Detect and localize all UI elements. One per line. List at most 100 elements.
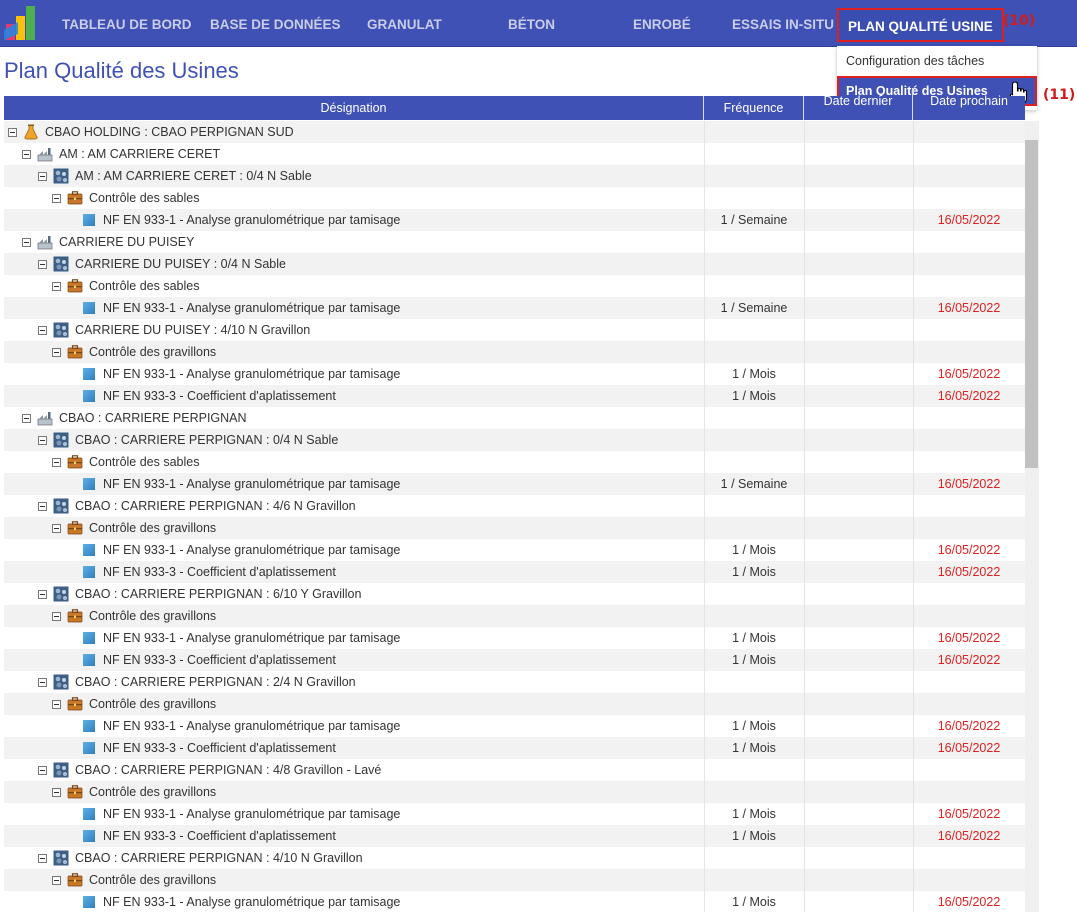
collapse-toggle-icon[interactable] <box>52 457 61 467</box>
vertical-scrollbar-thumb[interactable] <box>1025 140 1038 468</box>
cell-date-prochain: 16/05/2022 <box>937 807 1001 821</box>
collapse-toggle-icon[interactable] <box>52 611 61 621</box>
collapse-toggle-icon[interactable] <box>52 523 61 533</box>
tree-row[interactable]: CBAO : CARRIERE PERPIGNAN : 0/4 N Sable <box>4 429 1025 451</box>
cell-designation: CARRIERE DU PUISEY : 0/4 N Sable <box>38 253 286 275</box>
collapse-toggle-icon[interactable] <box>38 677 47 687</box>
collapse-toggle-icon[interactable] <box>52 875 61 885</box>
nav-enrobe[interactable]: ENROBÉ <box>633 0 691 47</box>
cell-designation: CBAO : CARRIERE PERPIGNAN : 6/10 Y Gravi… <box>38 583 361 605</box>
cell-designation: NF EN 933-1 - Analyse granulométrique pa… <box>83 473 400 495</box>
menu-item-configuration-taches[interactable]: Configuration des tâches <box>837 46 1037 76</box>
tree-row[interactable]: CBAO : CARRIERE PERPIGNAN : 4/10 N Gravi… <box>4 847 1025 869</box>
tree-row[interactable]: NF EN 933-1 - Analyse granulométrique pa… <box>4 627 1025 649</box>
row-label: CBAO : CARRIERE PERPIGNAN : 4/8 Gravillo… <box>75 763 382 777</box>
nav-base-de-donnees[interactable]: BASE DE DONNÉES <box>210 0 341 47</box>
tree-row[interactable]: NF EN 933-1 - Analyse granulométrique pa… <box>4 891 1025 912</box>
tree-row[interactable]: NF EN 933-3 - Coefficient d'aplatissemen… <box>4 825 1025 847</box>
nav-essais-in-situ[interactable]: ESSAIS IN-SITU <box>732 0 834 47</box>
tree-row[interactable]: CBAO HOLDING : CBAO PERPIGNAN SUD <box>4 121 1025 143</box>
collapse-toggle-icon[interactable] <box>8 127 17 137</box>
tree-row[interactable]: Contrôle des gravillons <box>4 605 1025 627</box>
product-icon <box>53 498 69 514</box>
tree-row[interactable]: CBAO : CARRIERE PERPIGNAN : 6/10 Y Gravi… <box>4 583 1025 605</box>
tree-row[interactable]: NF EN 933-1 - Analyse granulométrique pa… <box>4 209 1025 231</box>
tree-row[interactable]: Contrôle des sables <box>4 187 1025 209</box>
collapse-toggle-icon[interactable] <box>38 765 47 775</box>
tree-row[interactable]: Contrôle des sables <box>4 451 1025 473</box>
column-divider <box>804 759 805 781</box>
column-divider <box>913 451 914 473</box>
tree-row[interactable]: NF EN 933-1 - Analyse granulométrique pa… <box>4 473 1025 495</box>
tree-row[interactable]: Contrôle des gravillons <box>4 693 1025 715</box>
tree-row[interactable]: CBAO : CARRIERE PERPIGNAN : 2/4 N Gravil… <box>4 671 1025 693</box>
collapse-toggle-icon[interactable] <box>38 171 47 181</box>
tree-row[interactable]: NF EN 933-1 - Analyse granulométrique pa… <box>4 363 1025 385</box>
column-divider <box>913 517 914 539</box>
tree-row[interactable]: AM : AM CARRIERE CERET : 0/4 N Sable <box>4 165 1025 187</box>
test-icon <box>83 368 95 380</box>
nav-tableau-de-bord[interactable]: TABLEAU DE BORD <box>62 0 192 47</box>
tree-row[interactable]: NF EN 933-1 - Analyse granulométrique pa… <box>4 297 1025 319</box>
column-divider <box>804 319 805 341</box>
tree-row[interactable]: Contrôle des gravillons <box>4 869 1025 891</box>
tree-row[interactable]: NF EN 933-3 - Coefficient d'aplatissemen… <box>4 385 1025 407</box>
tree-row[interactable]: CARRIERE DU PUISEY : 0/4 N Sable <box>4 253 1025 275</box>
control-icon <box>67 608 83 624</box>
control-icon <box>67 784 83 800</box>
cell-designation: NF EN 933-1 - Analyse granulométrique pa… <box>83 715 400 737</box>
tree-row[interactable]: CBAO : CARRIERE PERPIGNAN : 4/6 N Gravil… <box>4 495 1025 517</box>
collapse-toggle-icon[interactable] <box>38 853 47 863</box>
tree-row[interactable]: CARRIERE DU PUISEY : 4/10 N Gravillon <box>4 319 1025 341</box>
collapse-toggle-icon[interactable] <box>22 149 31 159</box>
tree-row[interactable]: Contrôle des gravillons <box>4 517 1025 539</box>
row-label: CBAO : CARRIERE PERPIGNAN : 6/10 Y Gravi… <box>75 587 362 601</box>
col-header-date-dernier[interactable]: Date dernier <box>804 88 913 120</box>
tree-row[interactable]: NF EN 933-3 - Coefficient d'aplatissemen… <box>4 561 1025 583</box>
collapse-toggle-icon[interactable] <box>52 699 61 709</box>
collapse-toggle-icon[interactable] <box>52 193 61 203</box>
collapse-toggle-icon[interactable] <box>38 259 47 269</box>
collapse-toggle-icon[interactable] <box>52 281 61 291</box>
column-divider <box>804 473 805 495</box>
tree-row[interactable]: NF EN 933-1 - Analyse granulométrique pa… <box>4 715 1025 737</box>
col-header-designation[interactable]: Désignation <box>4 96 704 120</box>
tree-row[interactable]: NF EN 933-3 - Coefficient d'aplatissemen… <box>4 737 1025 759</box>
collapse-toggle-icon[interactable] <box>38 589 47 599</box>
tree-row[interactable]: CBAO : CARRIERE PERPIGNAN : 4/8 Gravillo… <box>4 759 1025 781</box>
app-logo-icon[interactable] <box>4 4 38 42</box>
nav-plan-qualite-usine[interactable]: PLAN QUALITÉ USINE <box>837 8 1004 42</box>
collapse-toggle-icon[interactable] <box>22 237 31 247</box>
nav-granulat[interactable]: GRANULAT <box>367 0 442 47</box>
cell-designation: NF EN 933-1 - Analyse granulométrique pa… <box>83 539 400 561</box>
nav-beton[interactable]: BÉTON <box>508 0 555 47</box>
cell-date-prochain: 16/05/2022 <box>937 829 1001 843</box>
tree-row[interactable]: Contrôle des sables <box>4 275 1025 297</box>
tree-row[interactable]: CBAO : CARRIERE PERPIGNAN <box>4 407 1025 429</box>
collapse-toggle-icon[interactable] <box>52 347 61 357</box>
collapse-toggle-icon[interactable] <box>38 501 47 511</box>
tree-row[interactable]: NF EN 933-1 - Analyse granulométrique pa… <box>4 803 1025 825</box>
column-divider <box>804 539 805 561</box>
cell-date-prochain: 16/05/2022 <box>937 213 1001 227</box>
tree-row[interactable]: Contrôle des gravillons <box>4 781 1025 803</box>
collapse-toggle-icon[interactable] <box>38 435 47 445</box>
col-header-date-prochain[interactable]: Date prochain <box>913 88 1025 120</box>
row-label: Contrôle des sables <box>89 455 200 469</box>
row-label: CARRIERE DU PUISEY : 4/10 N Gravillon <box>75 323 311 337</box>
collapse-toggle-icon[interactable] <box>52 787 61 797</box>
column-divider <box>804 209 805 231</box>
collapse-toggle-icon[interactable] <box>38 325 47 335</box>
tree-row[interactable]: CARRIERE DU PUISEY <box>4 231 1025 253</box>
row-label: NF EN 933-1 - Analyse granulométrique pa… <box>103 213 401 227</box>
collapse-toggle-icon[interactable] <box>22 413 31 423</box>
tree-row[interactable]: NF EN 933-1 - Analyse granulométrique pa… <box>4 539 1025 561</box>
cell-designation: CBAO : CARRIERE PERPIGNAN : 4/10 N Gravi… <box>38 847 363 869</box>
cell-designation: CBAO HOLDING : CBAO PERPIGNAN SUD <box>8 121 294 143</box>
tree-row[interactable]: AM : AM CARRIERE CERET <box>4 143 1025 165</box>
tree-row[interactable]: NF EN 933-3 - Coefficient d'aplatissemen… <box>4 649 1025 671</box>
tree-row[interactable]: Contrôle des gravillons <box>4 341 1025 363</box>
row-label: NF EN 933-1 - Analyse granulométrique pa… <box>103 719 401 733</box>
col-header-frequence[interactable]: Fréquence <box>704 96 804 120</box>
column-divider <box>913 275 914 297</box>
